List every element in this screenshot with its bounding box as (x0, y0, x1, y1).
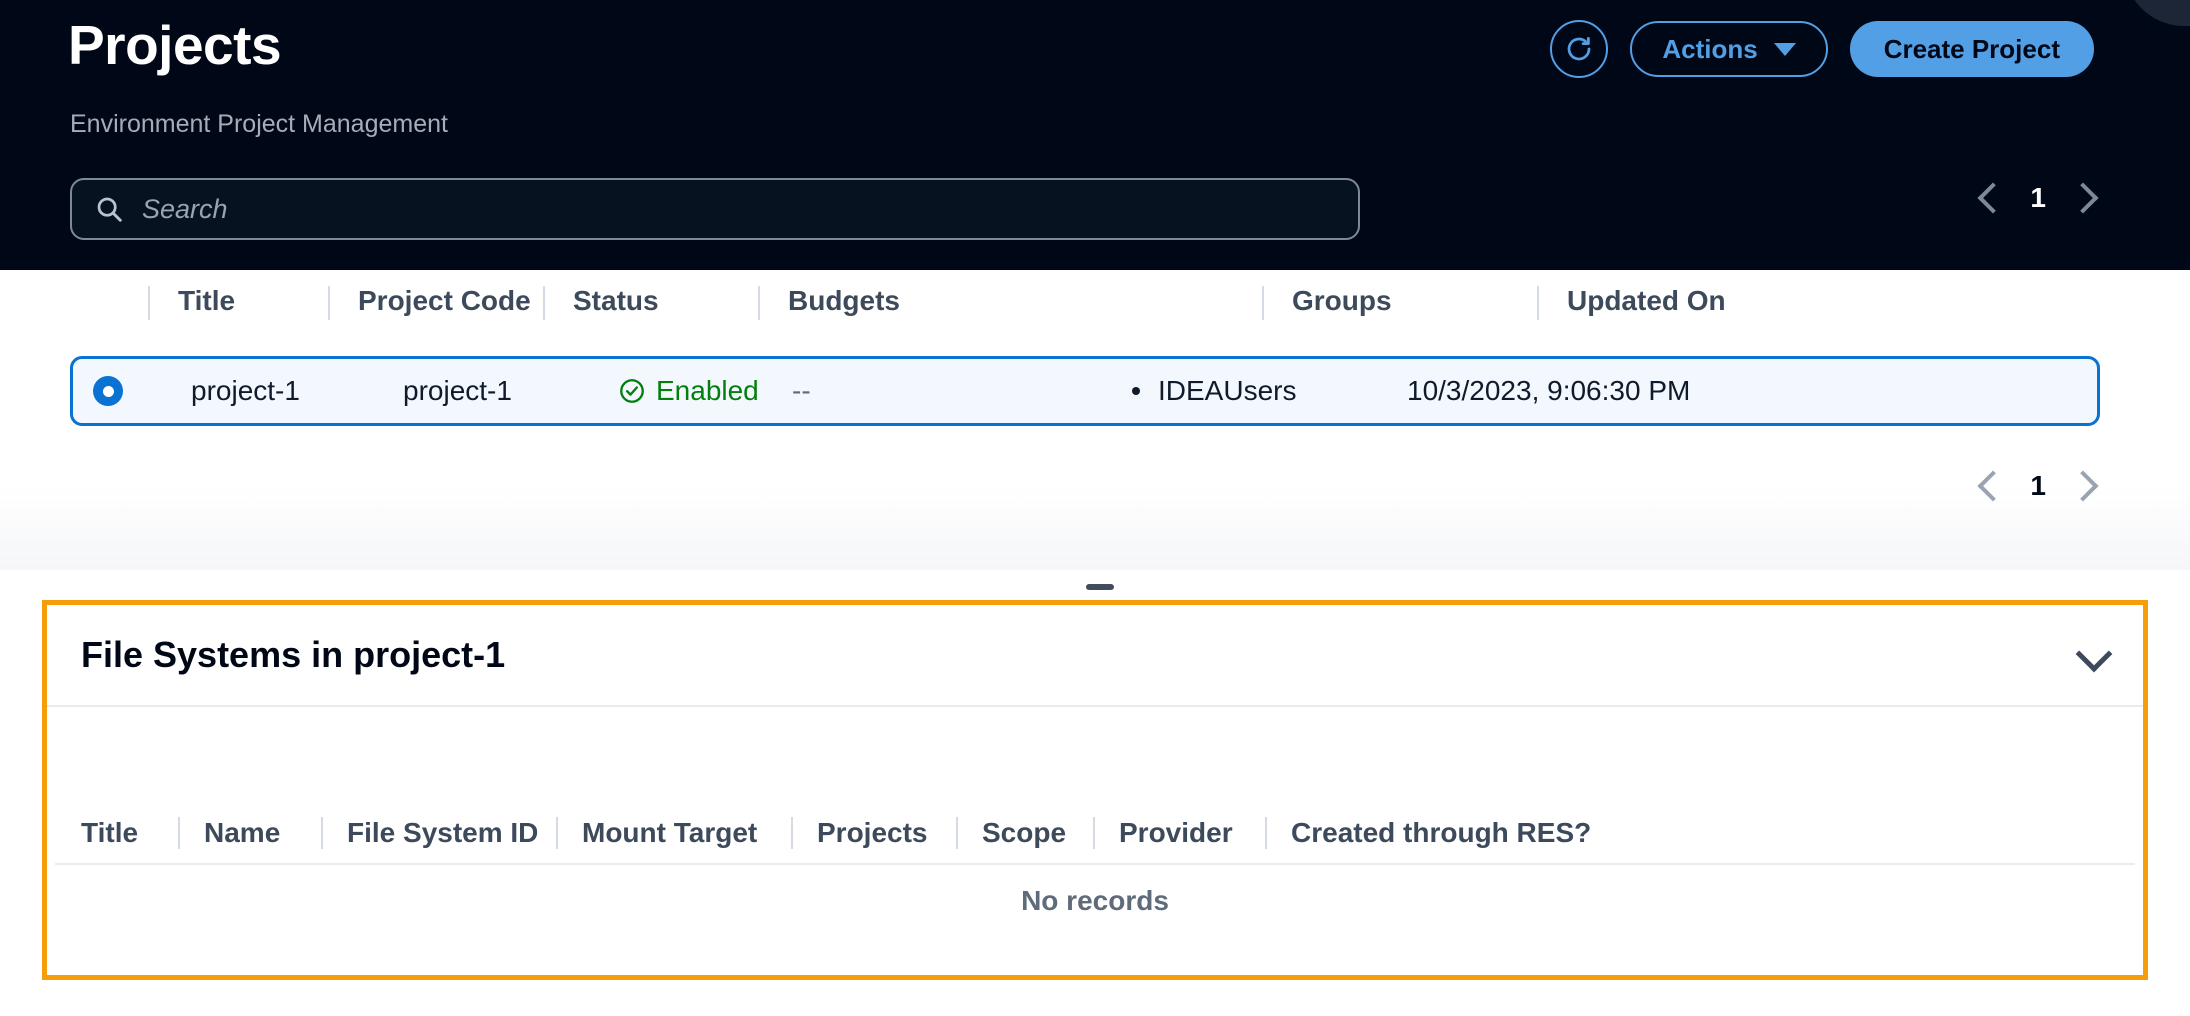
group-name: IDEAUsers (1158, 375, 1297, 406)
cell-title: project-1 (191, 375, 300, 406)
file-systems-table-header: Title Name File System ID Mount Target P… (47, 803, 2143, 863)
header-actions: Actions Create Project (1550, 20, 2094, 78)
fs-column-header-name[interactable]: Name (178, 803, 321, 863)
search-box[interactable] (70, 178, 1360, 240)
pagination-top: 1 (1977, 182, 2099, 214)
chevron-right-icon[interactable] (2067, 470, 2099, 502)
chevron-down-icon (1773, 42, 1796, 56)
cell-project-code: project-1 (403, 375, 512, 406)
column-header-status[interactable]: Status (543, 270, 758, 332)
file-systems-panel: File Systems in project-1 Title Name Fil… (42, 600, 2148, 980)
column-header-title[interactable]: Title (148, 270, 328, 332)
projects-table-header: Title Project Code Status Budgets Groups… (0, 270, 2190, 332)
cell-groups: IDEAUsers (1132, 356, 1407, 426)
column-header-budgets[interactable]: Budgets (758, 270, 1262, 332)
top-right-decoration (2124, 0, 2190, 26)
panel-resize-handle[interactable] (1086, 584, 1114, 590)
refresh-icon (1567, 37, 1591, 61)
pagination-bottom-page[interactable]: 1 (2030, 470, 2046, 502)
fs-column-header-file-system-id[interactable]: File System ID (321, 803, 556, 863)
create-project-button[interactable]: Create Project (1849, 21, 2094, 77)
status-label: Enabled (656, 375, 759, 406)
chevron-left-icon[interactable] (1977, 182, 2009, 214)
fs-column-header-scope[interactable]: Scope (956, 803, 1093, 863)
projects-table: Title Project Code Status Budgets Groups… (0, 270, 2190, 570)
row-select-radio[interactable] (93, 376, 123, 406)
app-root: Projects Environment Project Management … (0, 0, 2190, 1016)
chevron-down-icon[interactable] (2075, 635, 2113, 673)
page-title: Projects (68, 14, 282, 76)
panel-toolbar-spacer (47, 707, 2143, 803)
page-subtitle: Environment Project Management (70, 110, 448, 138)
fs-column-header-created-through-res[interactable]: Created through RES? (1265, 803, 1625, 863)
file-systems-empty-state: No records (1021, 885, 1169, 916)
actions-button[interactable]: Actions (1630, 21, 1828, 77)
pagination-top-page[interactable]: 1 (2030, 182, 2046, 214)
fs-column-header-mount-target[interactable]: Mount Target (556, 803, 791, 863)
fs-column-header-projects[interactable]: Projects (791, 803, 956, 863)
actions-button-label: Actions (1662, 33, 1758, 64)
fs-column-header-title[interactable]: Title (55, 803, 178, 863)
column-header-groups[interactable]: Groups (1262, 270, 1537, 332)
cell-budgets: -- (792, 375, 811, 406)
fs-column-header-provider[interactable]: Provider (1093, 803, 1265, 863)
check-circle-icon (620, 379, 644, 403)
column-header-project-code[interactable]: Project Code (328, 270, 543, 332)
file-systems-panel-title: File Systems in project-1 (81, 634, 506, 675)
cell-updated-on: 10/3/2023, 9:06:30 PM (1407, 375, 1691, 406)
search-input[interactable] (142, 193, 1336, 225)
create-project-label: Create Project (1883, 33, 2060, 64)
file-systems-panel-header: File Systems in project-1 (47, 605, 2143, 705)
search-icon (97, 197, 122, 222)
bullet-icon (1132, 387, 1140, 395)
table-row[interactable]: project-1 project-1 Enabled -- IDEAUsers… (70, 356, 2100, 426)
pagination-bottom: 1 (1977, 470, 2099, 502)
refresh-button[interactable] (1550, 20, 1609, 78)
chevron-right-icon[interactable] (2067, 182, 2099, 214)
column-header-updated-on[interactable]: Updated On (1537, 270, 1837, 332)
chevron-left-icon[interactable] (1977, 470, 2009, 502)
page-header: Projects Environment Project Management … (0, 0, 2190, 270)
